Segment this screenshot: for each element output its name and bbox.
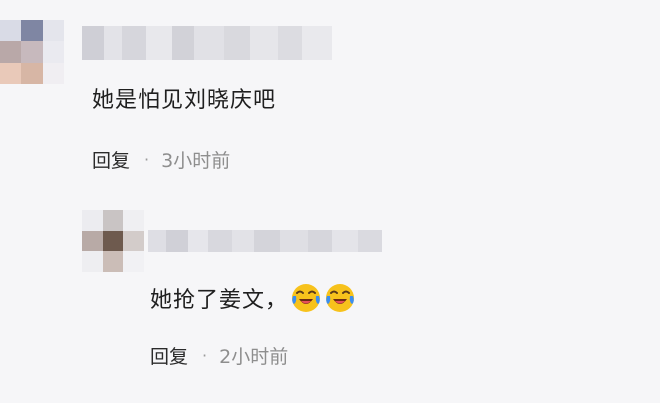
username-pixelated[interactable]	[82, 26, 332, 60]
comment-text: 她抢了姜文，	[150, 280, 356, 316]
separator-dot: ·	[202, 345, 208, 365]
reply-button[interactable]: 回复	[92, 146, 130, 173]
comment-meta: 回复 · 2小时前	[150, 340, 288, 370]
timestamp: 3小时前	[161, 149, 231, 172]
avatar[interactable]	[0, 20, 64, 84]
separator-dot: ·	[144, 149, 150, 169]
laughing-crying-emoji-icon	[290, 282, 322, 314]
timestamp: 2小时前	[219, 345, 289, 368]
laughing-crying-emoji-icon	[324, 282, 356, 314]
comment-text-body: 她抢了姜文，	[150, 288, 289, 313]
comment-text: 她是怕见刘晓庆吧	[92, 88, 277, 113]
comment-meta: 回复 · 3小时前	[92, 144, 230, 174]
reply-button[interactable]: 回复	[150, 342, 188, 369]
comment-2: 她抢了姜文， 回复 · 2小时前	[0, 200, 660, 403]
comment-1: 她是怕见刘晓庆吧 回复 · 3小时前	[0, 0, 660, 200]
avatar[interactable]	[82, 210, 144, 272]
username-pixelated[interactable]	[148, 230, 382, 252]
